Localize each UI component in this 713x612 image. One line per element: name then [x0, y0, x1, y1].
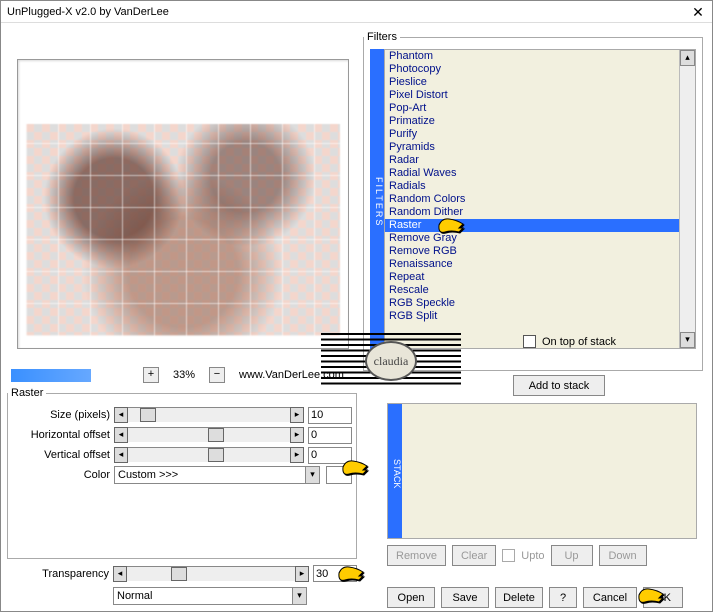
scroll-up-icon[interactable]: ▴ — [680, 50, 695, 66]
filter-item[interactable]: RGB Speckle — [385, 297, 695, 310]
on-top-checkbox[interactable] — [523, 335, 536, 348]
cancel-button[interactable]: Cancel — [583, 587, 637, 608]
chevron-left-icon[interactable]: ◂ — [114, 447, 128, 463]
stack-listbox[interactable]: STACK — [387, 403, 697, 539]
blend-combo[interactable]: Normal ▾ — [113, 587, 307, 605]
filter-item[interactable]: Repeat — [385, 271, 695, 284]
transparency-input[interactable] — [313, 565, 357, 582]
up-button[interactable]: Up — [551, 545, 593, 566]
filter-item[interactable]: Pyramids — [385, 141, 695, 154]
down-button[interactable]: Down — [599, 545, 647, 566]
stack-vertical-label: STACK — [388, 404, 402, 538]
help-button[interactable]: ? — [549, 587, 577, 608]
voff-label: Vertical offset — [12, 449, 114, 461]
preview-area — [17, 59, 349, 349]
filter-item[interactable]: Random Colors — [385, 193, 695, 206]
filters-legend: Filters — [364, 31, 400, 43]
filter-item[interactable]: Raster — [385, 219, 695, 232]
filters-listbox[interactable]: PhantomPhotocopyPieslicePixel DistortPop… — [384, 49, 696, 349]
filter-item[interactable]: Radials — [385, 180, 695, 193]
open-button[interactable]: Open — [387, 587, 435, 608]
chevron-right-icon[interactable]: ▸ — [290, 427, 304, 443]
chevron-down-icon[interactable]: ▾ — [292, 588, 306, 604]
filter-item[interactable]: Radar — [385, 154, 695, 167]
filters-vertical-label: FILTERS — [370, 49, 384, 349]
voff-slider[interactable]: ◂ ▸ — [114, 447, 304, 463]
clear-button[interactable]: Clear — [452, 545, 496, 566]
size-input[interactable] — [308, 407, 352, 424]
window-title: UnPlugged-X v2.0 by VanDerLee — [7, 1, 169, 23]
chevron-left-icon[interactable]: ◂ — [114, 407, 128, 423]
scrollbar[interactable]: ▴ ▾ — [679, 50, 695, 348]
zoom-bar[interactable] — [11, 369, 139, 382]
filter-item[interactable]: Pixel Distort — [385, 89, 695, 102]
chevron-right-icon[interactable]: ▸ — [290, 407, 304, 423]
add-to-stack-button[interactable]: Add to stack — [513, 375, 605, 396]
color-swatch[interactable] — [326, 466, 352, 484]
filter-item[interactable]: Random Dither — [385, 206, 695, 219]
preview-image — [26, 124, 340, 336]
remove-button[interactable]: Remove — [387, 545, 446, 566]
filter-item[interactable]: Phantom — [385, 50, 695, 63]
ok-button[interactable]: OK — [643, 587, 683, 608]
save-button[interactable]: Save — [441, 587, 489, 608]
zoom-out-button[interactable]: − — [209, 367, 225, 383]
upto-checkbox[interactable] — [502, 549, 515, 562]
on-top-label: On top of stack — [542, 336, 616, 348]
voff-input[interactable] — [308, 447, 352, 464]
filter-item[interactable]: Renaissance — [385, 258, 695, 271]
filter-item[interactable]: Rescale — [385, 284, 695, 297]
filter-item[interactable]: RGB Split — [385, 310, 695, 323]
chevron-left-icon[interactable]: ◂ — [113, 566, 127, 582]
close-icon[interactable]: ✕ — [684, 1, 712, 23]
filter-item[interactable]: Remove Gray — [385, 232, 695, 245]
blend-combo-value: Normal — [114, 590, 292, 602]
hoff-label: Horizontal offset — [12, 429, 114, 441]
delete-button[interactable]: Delete — [495, 587, 543, 608]
upto-label: Upto — [521, 550, 544, 562]
filter-item[interactable]: Primatize — [385, 115, 695, 128]
size-slider[interactable]: ◂ ▸ — [114, 407, 304, 423]
zoom-percent: 33% — [163, 369, 205, 381]
chevron-right-icon[interactable]: ▸ — [290, 447, 304, 463]
transparency-slider[interactable]: ◂ ▸ — [113, 566, 309, 582]
filter-item[interactable]: Radial Waves — [385, 167, 695, 180]
raster-legend: Raster — [8, 387, 46, 399]
chevron-down-icon[interactable]: ▾ — [305, 467, 319, 483]
scroll-down-icon[interactable]: ▾ — [680, 332, 695, 348]
color-label: Color — [12, 469, 114, 481]
chevron-left-icon[interactable]: ◂ — [114, 427, 128, 443]
zoom-in-button[interactable]: + — [143, 367, 159, 383]
filter-item[interactable]: Pieslice — [385, 76, 695, 89]
size-label: Size (pixels) — [12, 409, 114, 421]
filter-item[interactable]: Remove RGB — [385, 245, 695, 258]
filter-item[interactable]: Purify — [385, 128, 695, 141]
color-combo[interactable]: Custom >>> ▾ — [114, 466, 320, 484]
vendor-link[interactable]: www.VanDerLee.com — [239, 369, 344, 381]
color-combo-value: Custom >>> — [115, 469, 305, 481]
filter-item[interactable]: Photocopy — [385, 63, 695, 76]
chevron-right-icon[interactable]: ▸ — [295, 566, 309, 582]
hoff-slider[interactable]: ◂ ▸ — [114, 427, 304, 443]
hoff-input[interactable] — [308, 427, 352, 444]
filter-item[interactable]: Pop-Art — [385, 102, 695, 115]
transparency-label: Transparency — [7, 568, 113, 580]
